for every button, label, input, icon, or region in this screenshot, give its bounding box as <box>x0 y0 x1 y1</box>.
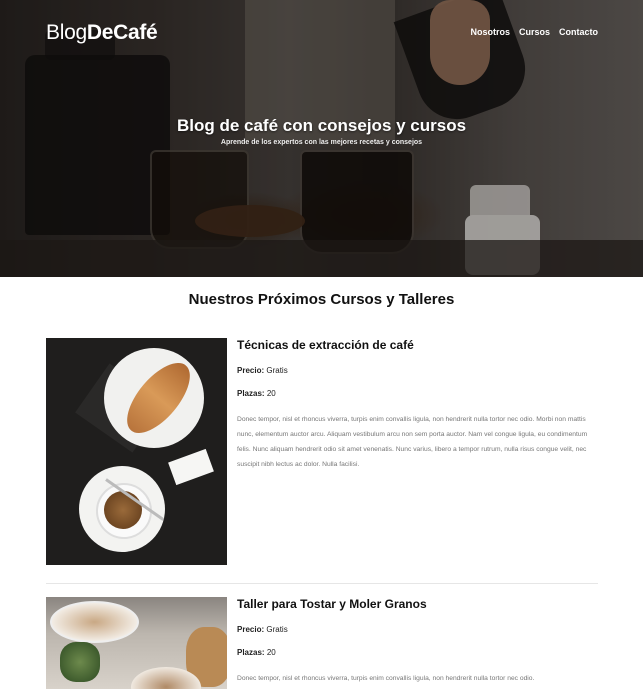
price-label: Precio: <box>237 625 265 634</box>
nav-link-cursos[interactable]: Cursos <box>519 27 550 37</box>
course-card: Técnicas de extracción de café Precio: G… <box>46 338 598 565</box>
course-title[interactable]: Técnicas de extracción de café <box>237 338 598 352</box>
nav-link-nosotros[interactable]: Nosotros <box>470 27 510 37</box>
main-nav: Nosotros Cursos Contacto <box>470 27 598 37</box>
seats-value: 20 <box>266 648 276 657</box>
course-image-croissant <box>46 338 227 565</box>
course-card: Taller para Tostar y Moler Granos Precio… <box>46 597 598 689</box>
price-label: Precio: <box>237 366 265 375</box>
course-image-coffee-table <box>46 597 227 689</box>
seats-label: Plazas: <box>237 389 265 398</box>
coffee-shape <box>104 491 142 529</box>
course-body: Taller para Tostar y Moler Granos Precio… <box>237 597 598 686</box>
plant-shape <box>60 642 100 682</box>
course-price: Precio: Gratis <box>237 625 598 634</box>
section-title: Nuestros Próximos Cursos y Talleres <box>188 291 455 308</box>
divider <box>46 583 598 584</box>
latte-cup-shape <box>50 601 139 643</box>
course-seats: Plazas: 20 <box>237 648 598 657</box>
course-price: Precio: Gratis <box>237 366 598 375</box>
sugar-packet-shape <box>168 448 214 486</box>
price-value: Gratis <box>266 366 288 375</box>
seats-value: 20 <box>266 389 276 398</box>
course-description: Donec tempor, nisl et rhoncus viverra, t… <box>237 675 535 682</box>
logo-bold-text: DeCafé <box>86 21 158 44</box>
hero-title: Blog de café con consejos y cursos <box>176 116 467 135</box>
nav-link-contacto[interactable]: Contacto <box>559 27 598 37</box>
hero-subtitle: Aprende de los expertos con las mejores … <box>220 139 423 146</box>
price-value: Gratis <box>266 625 288 634</box>
course-body: Técnicas de extracción de café Precio: G… <box>237 338 598 472</box>
hero-banner: BlogDeCafé Nosotros Cursos Contacto Blog… <box>0 0 643 277</box>
seats-label: Plazas: <box>237 648 265 657</box>
site-logo[interactable]: BlogDeCafé <box>46 21 158 45</box>
course-description: Donec tempor, nisl et rhoncus viverra, t… <box>237 416 588 468</box>
logo-light-text: Blog <box>46 21 87 44</box>
course-title[interactable]: Taller para Tostar y Moler Granos <box>237 597 598 611</box>
course-seats: Plazas: 20 <box>237 389 598 398</box>
